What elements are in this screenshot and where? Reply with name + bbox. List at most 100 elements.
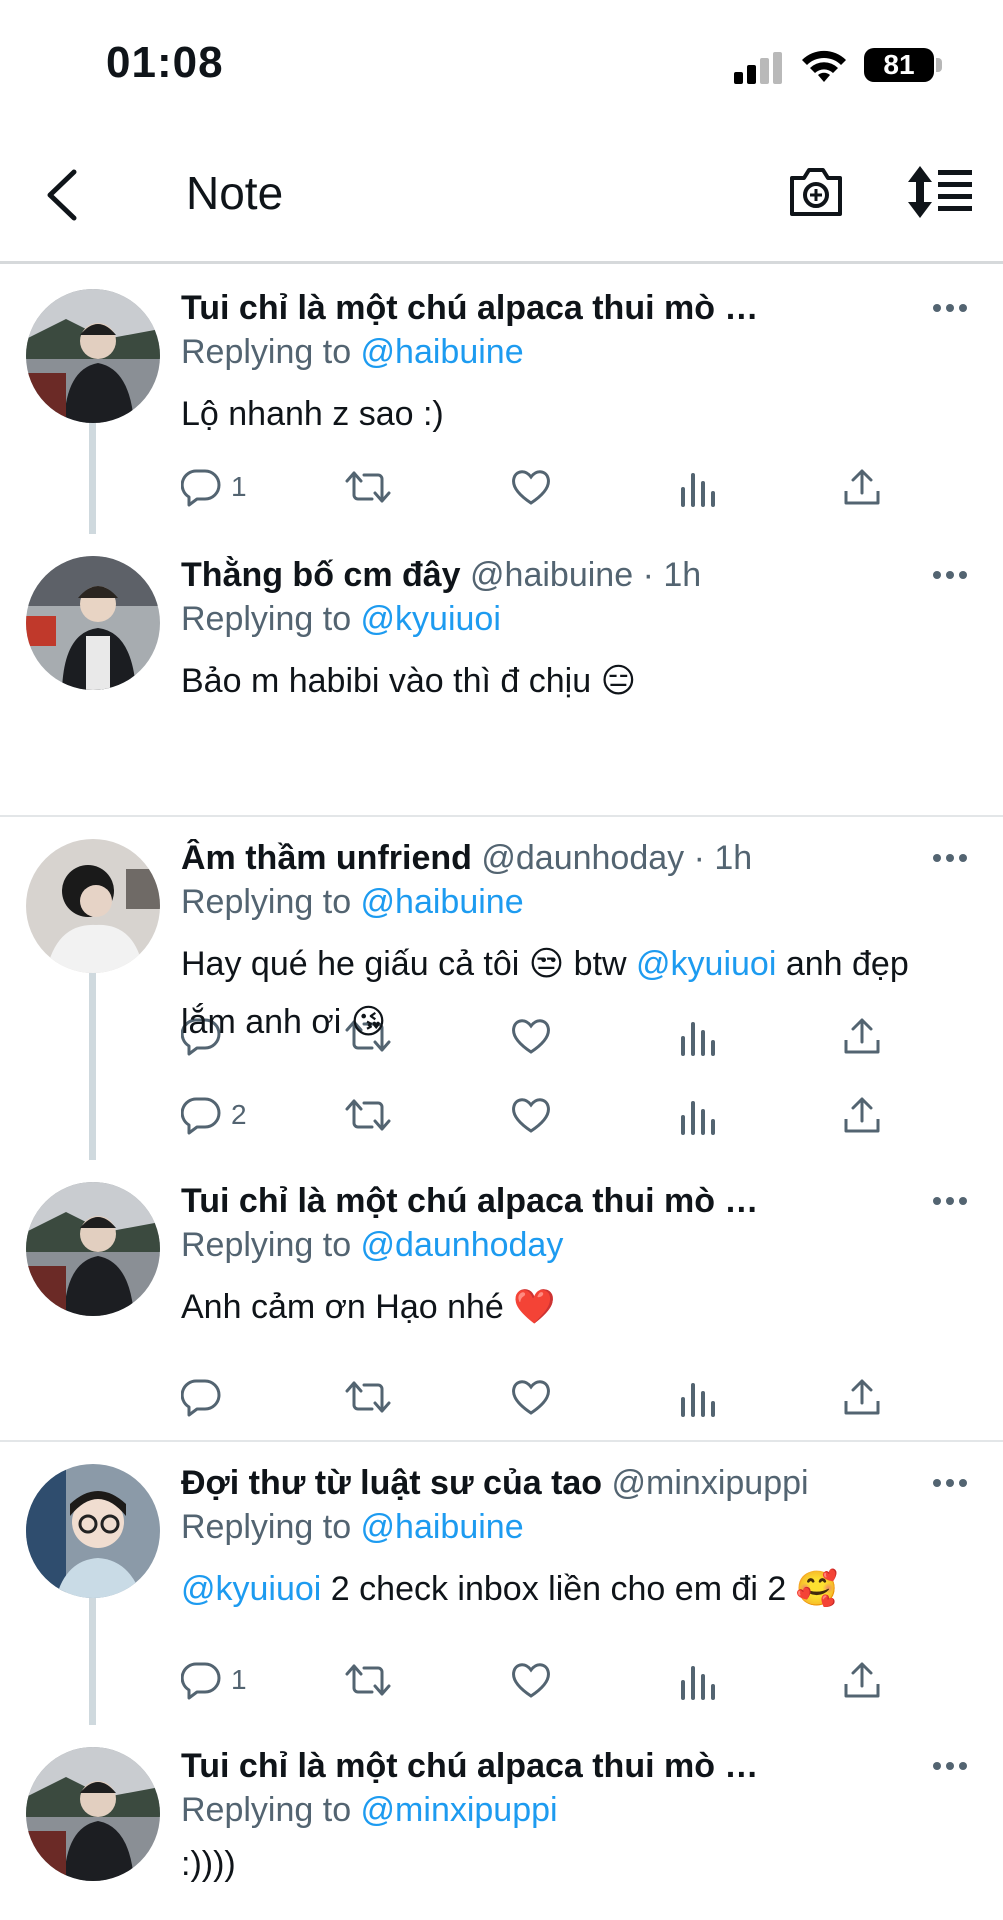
- tweet-text-part: :)))): [181, 1845, 236, 1883]
- emoji: 😑: [600, 662, 637, 700]
- tweet-author[interactable]: Đợi thư từ luật sư của tao @minxipuppi ·…: [181, 1464, 821, 1503]
- status-time: 01:08: [106, 38, 224, 87]
- handle[interactable]: @haibuine · 1h: [470, 556, 701, 594]
- tweet[interactable]: Đợi thư từ luật sư của tao @minxipuppi ·…: [0, 1442, 1003, 1725]
- display-name[interactable]: Đợi thư từ luật sư của tao: [181, 1464, 602, 1502]
- reply-button[interactable]: 2: [181, 1095, 247, 1135]
- reply-count: 1: [231, 471, 247, 502]
- tweet-author[interactable]: Tui chỉ là một chú alpaca thui mò …: [181, 1182, 821, 1221]
- views-icon: [681, 1383, 715, 1417]
- replying-mention[interactable]: @haibuine: [361, 333, 524, 371]
- avatar[interactable]: [26, 289, 160, 423]
- share-button[interactable]: [842, 1377, 882, 1417]
- views-button[interactable]: [677, 467, 717, 507]
- tweet-text: Anh cảm ơn Hạo nhé ❤️: [181, 1278, 941, 1336]
- replying-mention[interactable]: @haibuine: [361, 883, 524, 921]
- signal-icon: [734, 52, 782, 84]
- tweet-text-part: 2 check inbox liền cho em đi 2: [321, 1570, 787, 1608]
- replying-to: Replying to @haibuine: [181, 883, 524, 922]
- reply-icon: [181, 1097, 221, 1135]
- tweet[interactable]: Âm thầm unfriend @daunhoday · 1h Replyin…: [0, 817, 1003, 1160]
- tweet[interactable]: Tui chỉ là một chú alpaca thui mò … Repl…: [0, 1725, 1003, 1920]
- replying-to: Replying to @minxipuppi: [181, 1791, 558, 1830]
- display-name[interactable]: Tui chỉ là một chú alpaca thui mò …: [181, 1182, 758, 1220]
- replying-mention[interactable]: @kyuiuoi: [361, 600, 501, 638]
- tweet-text-part: Hay qué he giấu cả tôi 😒 btw: [181, 945, 637, 983]
- replying-mention[interactable]: @haibuine: [361, 1508, 524, 1546]
- retweet-button[interactable]: [344, 1660, 392, 1700]
- more-icon[interactable]: [932, 1478, 968, 1488]
- more-icon[interactable]: [932, 570, 968, 580]
- retweet-icon: [345, 1381, 391, 1413]
- display-name[interactable]: Tui chỉ là một chú alpaca thui mò …: [181, 289, 758, 327]
- emoji: 🥰: [795, 1570, 839, 1608]
- views-button[interactable]: [677, 1660, 717, 1700]
- tweet[interactable]: Tui chỉ là một chú alpaca thui mò … Repl…: [0, 267, 1003, 534]
- tweet-text-part: Bảo m habibi vào thì đ chịu: [181, 662, 592, 700]
- like-button[interactable]: [510, 1095, 552, 1135]
- tweet[interactable]: Tui chỉ là một chú alpaca thui mò … Repl…: [0, 1160, 1003, 1440]
- avatar[interactable]: [26, 839, 160, 973]
- nav-bar: Note: [0, 130, 1003, 264]
- more-icon[interactable]: [932, 1196, 968, 1206]
- tweet-actions: 1: [0, 1660, 1003, 1710]
- tweet-author[interactable]: Âm thầm unfriend @daunhoday · 1h: [181, 839, 821, 878]
- sort-icon[interactable]: [906, 164, 974, 220]
- reply-icon: [181, 1662, 221, 1700]
- more-icon[interactable]: [932, 853, 968, 863]
- retweet-button[interactable]: [344, 1095, 392, 1135]
- like-button[interactable]: [510, 1377, 552, 1417]
- tweet-author[interactable]: Tui chỉ là một chú alpaca thui mò …: [181, 289, 821, 328]
- tweet-text: Bảo m habibi vào thì đ chịu 😑: [181, 652, 941, 710]
- reply-button[interactable]: 1: [181, 467, 247, 507]
- replying-label: Replying to: [181, 1226, 361, 1264]
- tweet-actions: 2: [0, 1095, 1003, 1145]
- handle[interactable]: @minxipuppi ·…: [612, 1464, 821, 1502]
- views-icon: [681, 473, 715, 507]
- back-chevron-icon: [47, 169, 77, 221]
- share-button[interactable]: [842, 467, 882, 507]
- share-button[interactable]: [842, 1095, 882, 1135]
- like-icon: [512, 1380, 550, 1415]
- replying-to: Replying to @haibuine: [181, 1508, 524, 1547]
- replying-label: Replying to: [181, 1508, 361, 1546]
- avatar[interactable]: [26, 556, 160, 690]
- back-button[interactable]: [34, 160, 90, 230]
- like-icon: [512, 1098, 550, 1133]
- tweet-author[interactable]: Thằng bố cm đây @haibuine · 1h: [181, 556, 821, 595]
- share-button[interactable]: [842, 1660, 882, 1700]
- camera-plus-icon[interactable]: [786, 162, 846, 222]
- reply-icon: [181, 469, 221, 507]
- replying-mention[interactable]: @minxipuppi: [361, 1791, 558, 1829]
- mention-link[interactable]: @kyuiuoi: [636, 945, 776, 983]
- avatar[interactable]: [26, 1182, 160, 1316]
- avatar[interactable]: [26, 1464, 160, 1598]
- views-icon: [681, 1101, 715, 1135]
- replying-label: Replying to: [181, 1791, 361, 1829]
- like-button[interactable]: [510, 467, 552, 507]
- share-icon: [844, 469, 880, 505]
- battery-tip: [936, 58, 942, 72]
- views-icon: [681, 1666, 715, 1700]
- reply-button[interactable]: 1: [181, 1660, 247, 1700]
- display-name[interactable]: Thằng bố cm đây: [181, 556, 461, 594]
- like-button[interactable]: [510, 1660, 552, 1700]
- display-name[interactable]: Tui chỉ là một chú alpaca thui mò …: [181, 1747, 758, 1785]
- display-name[interactable]: Âm thầm unfriend: [181, 839, 472, 877]
- reply-button[interactable]: [181, 1377, 231, 1417]
- views-button[interactable]: [677, 1095, 717, 1135]
- handle[interactable]: @daunhoday · 1h: [481, 839, 752, 877]
- replying-mention[interactable]: @daunhoday: [361, 1226, 564, 1264]
- retweet-button[interactable]: [344, 1377, 392, 1417]
- avatar[interactable]: [26, 1747, 160, 1881]
- battery-icon: 81: [864, 48, 934, 82]
- replying-label: Replying to: [181, 883, 361, 921]
- mention-link[interactable]: @kyuiuoi: [181, 1570, 321, 1608]
- more-icon[interactable]: [932, 1761, 968, 1771]
- more-icon[interactable]: [932, 303, 968, 313]
- views-button[interactable]: [677, 1377, 717, 1417]
- retweet-button[interactable]: [344, 467, 392, 507]
- retweet-icon: [345, 471, 391, 503]
- tweet-text: :)))): [181, 1835, 941, 1893]
- tweet-author[interactable]: Tui chỉ là một chú alpaca thui mò …: [181, 1747, 821, 1786]
